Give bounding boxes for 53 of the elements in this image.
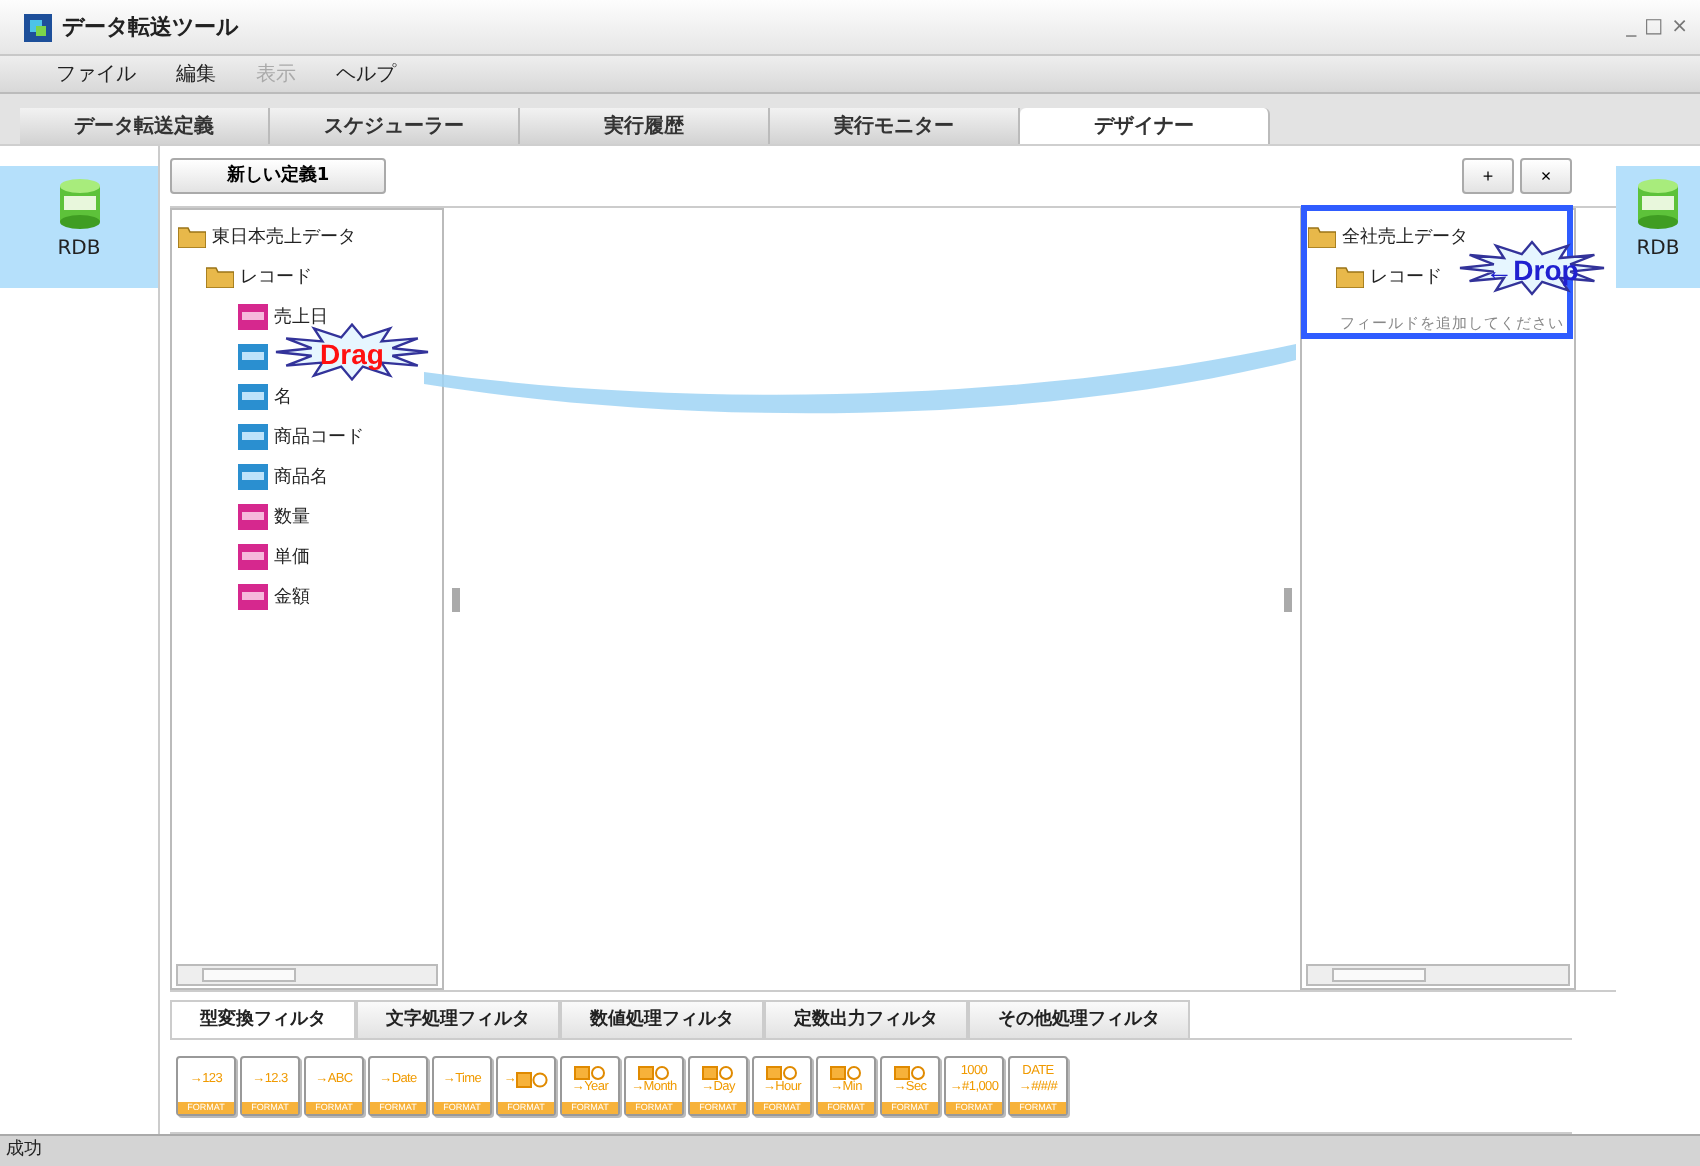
menu-item[interactable]: ヘルプ bbox=[336, 60, 396, 88]
panel-button[interactable]: + bbox=[1462, 157, 1514, 194]
tab[interactable]: スケジューラー bbox=[270, 108, 520, 144]
panel-button[interactable]: × bbox=[1520, 157, 1572, 194]
definition-button[interactable]: 新しい定義1 bbox=[170, 157, 386, 194]
number-field-icon bbox=[238, 544, 268, 571]
tree-item[interactable]: 東日本売上データ bbox=[212, 224, 356, 251]
tree-item[interactable]: 商品名 bbox=[274, 464, 328, 491]
tree-item[interactable]: レコード bbox=[1370, 264, 1442, 291]
splitter-handle[interactable] bbox=[452, 587, 460, 612]
database-icon[interactable] bbox=[57, 178, 101, 230]
tab[interactable]: 実行モニター bbox=[770, 108, 1020, 144]
folder-icon bbox=[1308, 226, 1336, 249]
target-label: RDB bbox=[1636, 238, 1680, 260]
filter-tab[interactable]: 数値処理フィルタ bbox=[560, 1000, 764, 1038]
number-field-icon bbox=[238, 584, 268, 611]
window-title: データ転送ツール bbox=[62, 12, 238, 42]
tab[interactable]: 実行履歴 bbox=[520, 108, 770, 144]
tree-item[interactable]: 商品コード bbox=[274, 424, 364, 451]
text-field-icon bbox=[238, 344, 268, 371]
text-field-icon bbox=[238, 384, 268, 411]
window-control[interactable]: □ bbox=[1644, 16, 1664, 38]
tree-item[interactable]: レコード bbox=[240, 264, 312, 291]
window-control[interactable]: × bbox=[1671, 16, 1688, 38]
drop-callout: ←Drop bbox=[1458, 240, 1606, 296]
app-icon bbox=[24, 13, 52, 41]
tab[interactable]: データ転送定義 bbox=[20, 108, 270, 144]
tree-item[interactable]: 名 bbox=[274, 384, 292, 411]
tree-item[interactable]: 金額 bbox=[274, 584, 310, 611]
horizontal-scrollbar[interactable] bbox=[176, 964, 438, 986]
menu-item[interactable]: 編集 bbox=[176, 60, 216, 88]
drag-callout: Drag bbox=[274, 322, 430, 382]
tab[interactable]: デザイナー bbox=[1020, 108, 1270, 144]
text-field-icon bbox=[238, 464, 268, 491]
text-field-icon bbox=[238, 424, 268, 451]
status-text: 成功 bbox=[6, 1140, 42, 1160]
filter-tab[interactable]: その他処理フィルタ bbox=[968, 1000, 1190, 1038]
tree-item[interactable]: 数量 bbox=[274, 504, 310, 531]
filter-tab[interactable]: 型変換フィルタ bbox=[170, 1000, 356, 1038]
menu-item[interactable]: ファイル bbox=[56, 60, 136, 88]
filter-tab[interactable]: 文字処理フィルタ bbox=[356, 1000, 560, 1038]
number-field-icon bbox=[238, 304, 268, 331]
database-icon[interactable] bbox=[1636, 178, 1680, 230]
folder-icon bbox=[206, 266, 234, 289]
horizontal-scrollbar[interactable] bbox=[1306, 964, 1570, 986]
window-control[interactable]: _ bbox=[1626, 16, 1637, 38]
source-label: RDB bbox=[57, 238, 101, 260]
folder-icon bbox=[178, 226, 206, 249]
filter-tab[interactable]: 定数出力フィルタ bbox=[764, 1000, 968, 1038]
folder-icon bbox=[1336, 266, 1364, 289]
number-field-icon bbox=[238, 504, 268, 531]
tree-item[interactable]: 単価 bbox=[274, 544, 310, 571]
splitter-handle[interactable] bbox=[1284, 587, 1292, 612]
